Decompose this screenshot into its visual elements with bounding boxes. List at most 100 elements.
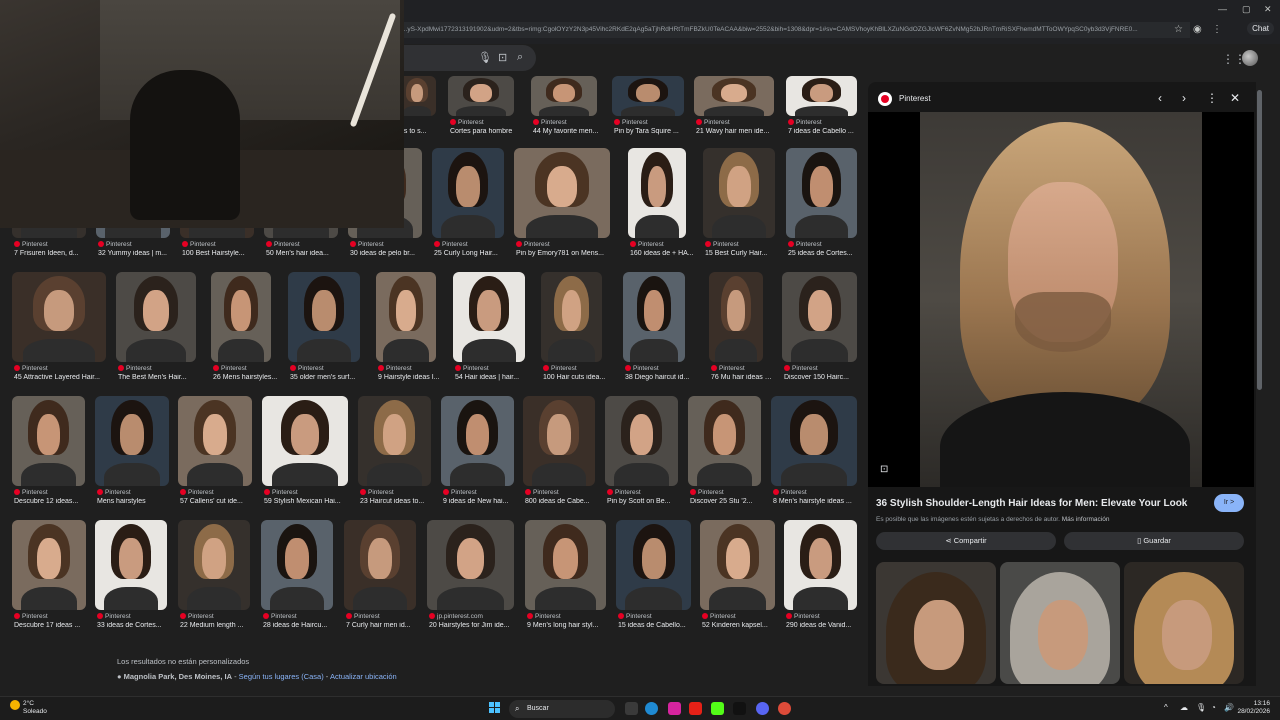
edge-icon[interactable] xyxy=(645,702,658,715)
result-title[interactable]: 8 Men's hairstyle ideas ... xyxy=(773,498,867,505)
search-icon[interactable]: ⌕ xyxy=(517,51,523,64)
result-title[interactable]: 59 Stylish Mexican Hai... xyxy=(264,498,358,505)
preview-image[interactable] xyxy=(868,112,1254,487)
result-title[interactable]: Discover 150 Hairc... xyxy=(784,374,867,381)
share-button[interactable]: ⋖ Compartir xyxy=(876,532,1056,550)
result-thumbnail[interactable] xyxy=(531,76,597,116)
result-title[interactable]: 22 Medium length ... xyxy=(180,622,260,629)
wifi-icon[interactable]: ◔ xyxy=(1211,703,1216,712)
avatar[interactable] xyxy=(1242,50,1258,66)
tiktok-icon[interactable] xyxy=(733,702,746,715)
result-title[interactable]: 26 Mens hairstyles... xyxy=(213,374,281,381)
result-title[interactable]: 15 ideas de Cabello... xyxy=(618,622,701,629)
result-title[interactable]: 7 Curly hair men id... xyxy=(346,622,426,629)
lens-icon[interactable]: ⊡ xyxy=(498,51,507,64)
close-window-icon[interactable]: ✕ xyxy=(1264,4,1272,15)
start-button[interactable] xyxy=(489,702,501,714)
result-thumbnail[interactable] xyxy=(95,520,167,610)
result-title[interactable]: 7 Frisuren Ideen, d... xyxy=(14,250,96,257)
related-image[interactable] xyxy=(1000,562,1120,684)
result-title[interactable]: 50 Men's hair idea... xyxy=(266,250,348,257)
result-thumbnail[interactable] xyxy=(12,396,85,486)
result-title[interactable]: Descubre 17 ideas ... xyxy=(14,622,96,629)
result-thumbnail[interactable] xyxy=(178,520,250,610)
result-thumbnail[interactable] xyxy=(786,76,857,116)
result-thumbnail[interactable] xyxy=(448,76,514,116)
result-title[interactable]: The Best Men's Hair... xyxy=(118,374,206,381)
result-title[interactable]: 9 ideas de New hai... xyxy=(443,498,524,505)
result-thumbnail[interactable] xyxy=(376,272,436,362)
tray-arrow-icon[interactable]: ^ xyxy=(1164,703,1168,712)
result-title[interactable]: 54 Hair ideas | hair... xyxy=(455,374,535,381)
result-title[interactable]: 25 ideas de Cortes... xyxy=(788,250,867,257)
discord-icon[interactable] xyxy=(756,702,769,715)
result-thumbnail[interactable] xyxy=(694,76,774,116)
result-title[interactable]: Pin by Scott on Be... xyxy=(607,498,688,505)
result-thumbnail[interactable] xyxy=(432,148,504,238)
result-thumbnail[interactable] xyxy=(211,272,271,362)
result-thumbnail[interactable] xyxy=(358,396,431,486)
result-thumbnail[interactable] xyxy=(616,520,691,610)
result-thumbnail[interactable] xyxy=(628,148,686,238)
result-thumbnail[interactable] xyxy=(12,272,106,362)
visit-button[interactable]: Ir > xyxy=(1214,494,1244,512)
weather-widget[interactable]: 2°C Soleado xyxy=(10,700,47,716)
result-title[interactable]: 100 Best Hairstyle... xyxy=(182,250,264,257)
save-button[interactable]: ▯ Guardar xyxy=(1064,532,1244,550)
result-thumbnail[interactable] xyxy=(441,396,514,486)
result-title[interactable]: 35 older men's surf... xyxy=(290,374,370,381)
result-thumbnail[interactable] xyxy=(525,520,606,610)
result-title[interactable]: 800 ideas de Cabe... xyxy=(525,498,605,505)
result-thumbnail[interactable] xyxy=(514,148,610,238)
result-title[interactable]: 9 Men's long hair styl... xyxy=(527,622,616,629)
address-bar[interactable]: ...yS-XpdMwi1772313191902&udm=2&tbs=rimg… xyxy=(398,22,1190,38)
result-thumbnail[interactable] xyxy=(344,520,416,610)
result-thumbnail[interactable] xyxy=(262,396,348,486)
result-thumbnail[interactable] xyxy=(612,76,684,116)
profile-icon[interactable]: ◉ xyxy=(1193,24,1202,35)
result-title[interactable]: 21 Wavy hair men ide... xyxy=(696,128,784,135)
scrollbar[interactable] xyxy=(1257,90,1262,390)
result-thumbnail[interactable] xyxy=(288,272,360,362)
more-options-icon[interactable]: ⋮ xyxy=(1206,91,1218,105)
result-thumbnail[interactable] xyxy=(116,272,196,362)
result-title[interactable]: Pin by Tara Squire ... xyxy=(614,128,694,135)
result-title[interactable]: Descubre 12 ideas... xyxy=(14,498,95,505)
result-title[interactable]: 32 Yummy ideas | m... xyxy=(98,250,180,257)
related-image[interactable] xyxy=(876,562,996,684)
result-title[interactable]: 28 ideas de Haircu... xyxy=(263,622,343,629)
update-location-link[interactable]: Actualizar ubicación xyxy=(330,672,397,681)
result-thumbnail[interactable] xyxy=(523,396,595,486)
result-thumbnail[interactable] xyxy=(605,396,678,486)
close-icon[interactable]: ✕ xyxy=(1230,91,1240,105)
result-title[interactable]: 160 ideas de + HA... xyxy=(630,250,696,257)
next-icon[interactable]: › xyxy=(1182,91,1186,105)
result-thumbnail[interactable] xyxy=(784,520,857,610)
result-title[interactable]: 20 Hairstyles for Jim ide... xyxy=(429,622,524,629)
result-thumbnail[interactable] xyxy=(623,272,685,362)
location-source-link[interactable]: Según tus lugares (Casa) xyxy=(239,672,324,681)
result-thumbnail[interactable] xyxy=(782,272,857,362)
result-thumbnail[interactable] xyxy=(709,272,763,362)
preview-source[interactable]: Pinterest xyxy=(899,94,931,103)
clock[interactable]: 13:16 28/02/2026 xyxy=(1237,700,1270,716)
result-thumbnail[interactable] xyxy=(688,396,761,486)
result-title[interactable]: Cortes para hombre xyxy=(450,128,524,135)
result-title[interactable]: 52 Kinderen kapsel... xyxy=(702,622,785,629)
result-thumbnail[interactable] xyxy=(700,520,775,610)
kick-icon[interactable] xyxy=(711,702,724,715)
result-thumbnail[interactable] xyxy=(786,148,857,238)
cloud-icon[interactable]: ☁ xyxy=(1180,703,1188,712)
result-title[interactable]: 100 Hair cuts idea... xyxy=(543,374,612,381)
result-thumbnail[interactable] xyxy=(178,396,252,486)
result-thumbnail[interactable] xyxy=(703,148,775,238)
preview-title[interactable]: 36 Stylish Shoulder-Length Hair Ideas fo… xyxy=(876,498,1187,509)
mic-tray-icon[interactable]: 🎙 xyxy=(1196,703,1206,712)
task-view-icon[interactable] xyxy=(625,702,638,715)
result-title[interactable]: 23 Haircut ideas to... xyxy=(360,498,441,505)
result-title[interactable]: 38 Diego haircut id... xyxy=(625,374,695,381)
result-title[interactable]: 76 Mu hair ideas | ... xyxy=(711,374,773,381)
result-title[interactable]: 15 Best Curly Hair... xyxy=(705,250,785,257)
chat-button[interactable]: Chat xyxy=(1247,22,1274,35)
mic-icon[interactable]: 🎙 xyxy=(478,51,492,64)
